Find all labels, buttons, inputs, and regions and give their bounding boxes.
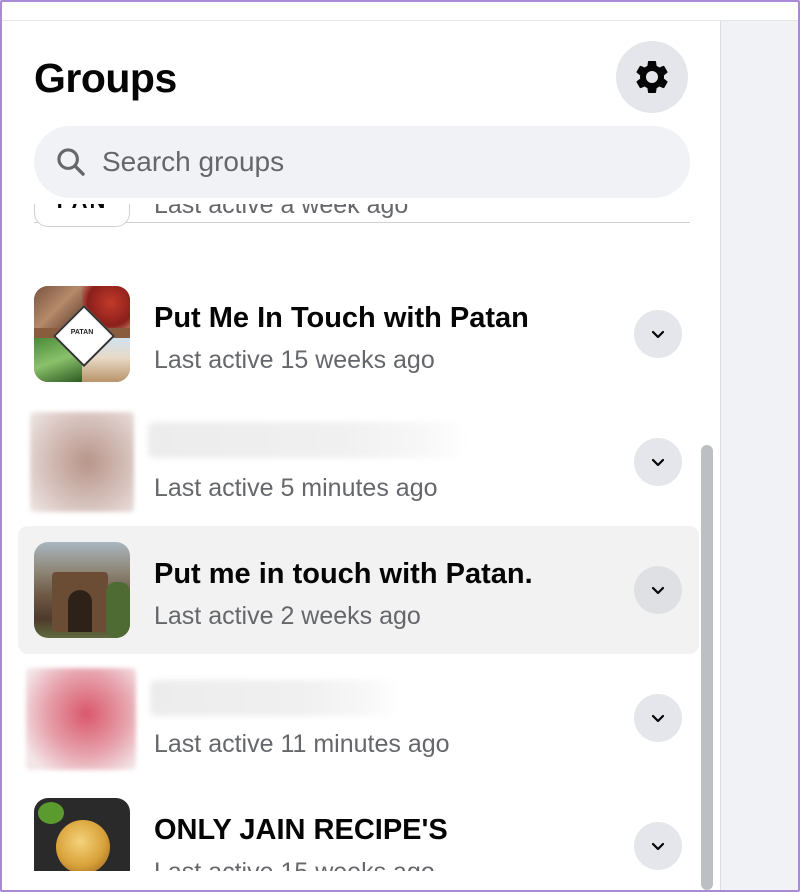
group-name[interactable]: ONLY JAIN RECIPE'S — [154, 814, 448, 847]
group-name[interactable]: Put me in touch with Patan. — [154, 558, 533, 591]
chevron-down-icon — [651, 586, 665, 595]
group-menu-button[interactable] — [634, 438, 682, 486]
group-last-active: Last active 15 weeks ago — [154, 858, 435, 871]
group-thumbnail — [34, 798, 130, 871]
group-menu-button[interactable] — [634, 566, 682, 614]
gear-icon — [636, 60, 668, 93]
chevron-down-icon — [651, 330, 665, 339]
group-thumbnail — [34, 542, 130, 638]
settings-button[interactable] — [616, 41, 688, 113]
obscured-group-name — [148, 422, 468, 458]
groups-list[interactable]: PAN Last active a week ago PATAN Put Me … — [2, 204, 720, 871]
thumbnail-caption: PATAN — [70, 329, 94, 336]
obscured-group-name — [150, 680, 400, 716]
search-icon — [54, 145, 88, 179]
main-content-area — [720, 21, 798, 890]
group-thumbnail: PATAN — [34, 286, 130, 382]
group-last-active: Last active a week ago — [154, 204, 409, 219]
group-last-active: Last active 5 minutes ago — [154, 474, 438, 502]
group-menu-button[interactable] — [634, 694, 682, 742]
search-input[interactable] — [100, 145, 664, 179]
chevron-down-icon — [651, 714, 665, 723]
chevron-down-icon — [651, 458, 665, 467]
thumb-tree — [106, 582, 130, 638]
search-groups-field[interactable] — [34, 126, 690, 198]
chevron-down-icon — [651, 842, 665, 851]
group-last-active: Last active 15 weeks ago — [154, 346, 435, 374]
group-thumbnail: PAN — [34, 204, 130, 227]
thumb-arch-opening — [68, 590, 92, 632]
list-item[interactable]: ONLY JAIN RECIPE'S Last active 15 weeks … — [18, 782, 699, 871]
list-item-highlighted[interactable]: Put me in touch with Patan. Last active … — [18, 526, 699, 654]
list-item[interactable]: Last active 11 minutes ago — [18, 654, 699, 782]
scrollbar-thumb[interactable] — [701, 445, 713, 890]
group-name[interactable]: Put Me In Touch with Patan — [154, 302, 529, 335]
list-item[interactable]: Last active 5 minutes ago — [18, 398, 699, 526]
thumbnail-logo-text: PAN — [35, 204, 129, 214]
group-menu-button[interactable] — [634, 310, 682, 358]
list-item[interactable]: PATAN Put Me In Touch with Patan Last ac… — [18, 270, 699, 398]
group-last-active: Last active 11 minutes ago — [154, 730, 450, 758]
page-title: Groups — [34, 55, 177, 101]
top-bar — [2, 2, 798, 21]
app-frame: Groups PAN Last active a week ago — [0, 0, 800, 892]
group-last-active: Last active 2 weeks ago — [154, 602, 421, 630]
group-thumbnail — [30, 412, 134, 512]
thumb-dish — [56, 820, 110, 871]
list-item[interactable]: PAN Last active a week ago — [18, 204, 699, 243]
group-thumbnail — [26, 668, 136, 770]
thumb-garnish — [38, 802, 64, 824]
group-menu-button[interactable] — [634, 822, 682, 870]
